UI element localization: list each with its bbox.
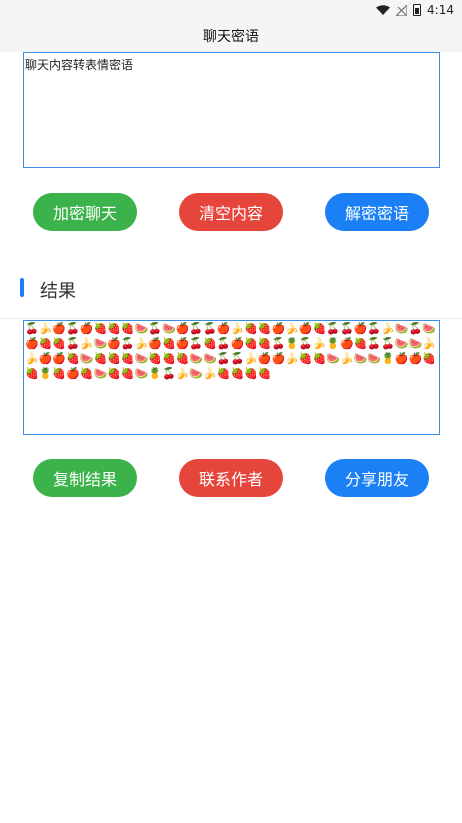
result-output[interactable]: 🍒🍌🍎🍒🍎🍓🍓🍓🍉🍒🍉🍎🍒🍒🍎🍌🍓🍓🍎🍌🍎🍓🍒🍒🍎🍒🍌🍉🍒🍉🍎🍓🍓🍒🍌🍉🍎🍒🍌🍎… bbox=[23, 320, 440, 435]
divider bbox=[0, 318, 462, 319]
contact-author-button[interactable]: 联系作者 bbox=[179, 459, 283, 497]
clear-content-button[interactable]: 清空内容 bbox=[179, 193, 283, 231]
copy-result-button[interactable]: 复制结果 bbox=[33, 459, 137, 497]
chat-content-input[interactable]: 聊天内容转表情密语 bbox=[23, 52, 440, 168]
battery-icon bbox=[413, 4, 422, 16]
app-bar: 聊天密语 bbox=[0, 20, 462, 52]
section-accent-bar bbox=[20, 278, 24, 297]
page-title: 聊天密语 bbox=[203, 29, 259, 45]
status-time: 4:14 bbox=[427, 3, 454, 17]
result-text: 🍒🍌🍎🍒🍎🍓🍓🍓🍉🍒🍉🍎🍒🍒🍎🍌🍓🍓🍎🍌🍎🍓🍒🍒🍎🍒🍌🍉🍒🍉🍎🍓🍓🍒🍌🍉🍎🍒🍌🍎… bbox=[25, 322, 436, 380]
status-bar: 4:14 bbox=[0, 0, 462, 20]
result-section-title: 结果 bbox=[40, 281, 76, 302]
decrypt-button[interactable]: 解密密语 bbox=[325, 193, 429, 231]
encrypt-chat-button[interactable]: 加密聊天 bbox=[33, 193, 137, 231]
share-friends-button[interactable]: 分享朋友 bbox=[325, 459, 429, 497]
input-placeholder: 聊天内容转表情密语 bbox=[25, 58, 134, 72]
no-signal-icon bbox=[396, 4, 408, 16]
wifi-icon bbox=[376, 5, 391, 15]
